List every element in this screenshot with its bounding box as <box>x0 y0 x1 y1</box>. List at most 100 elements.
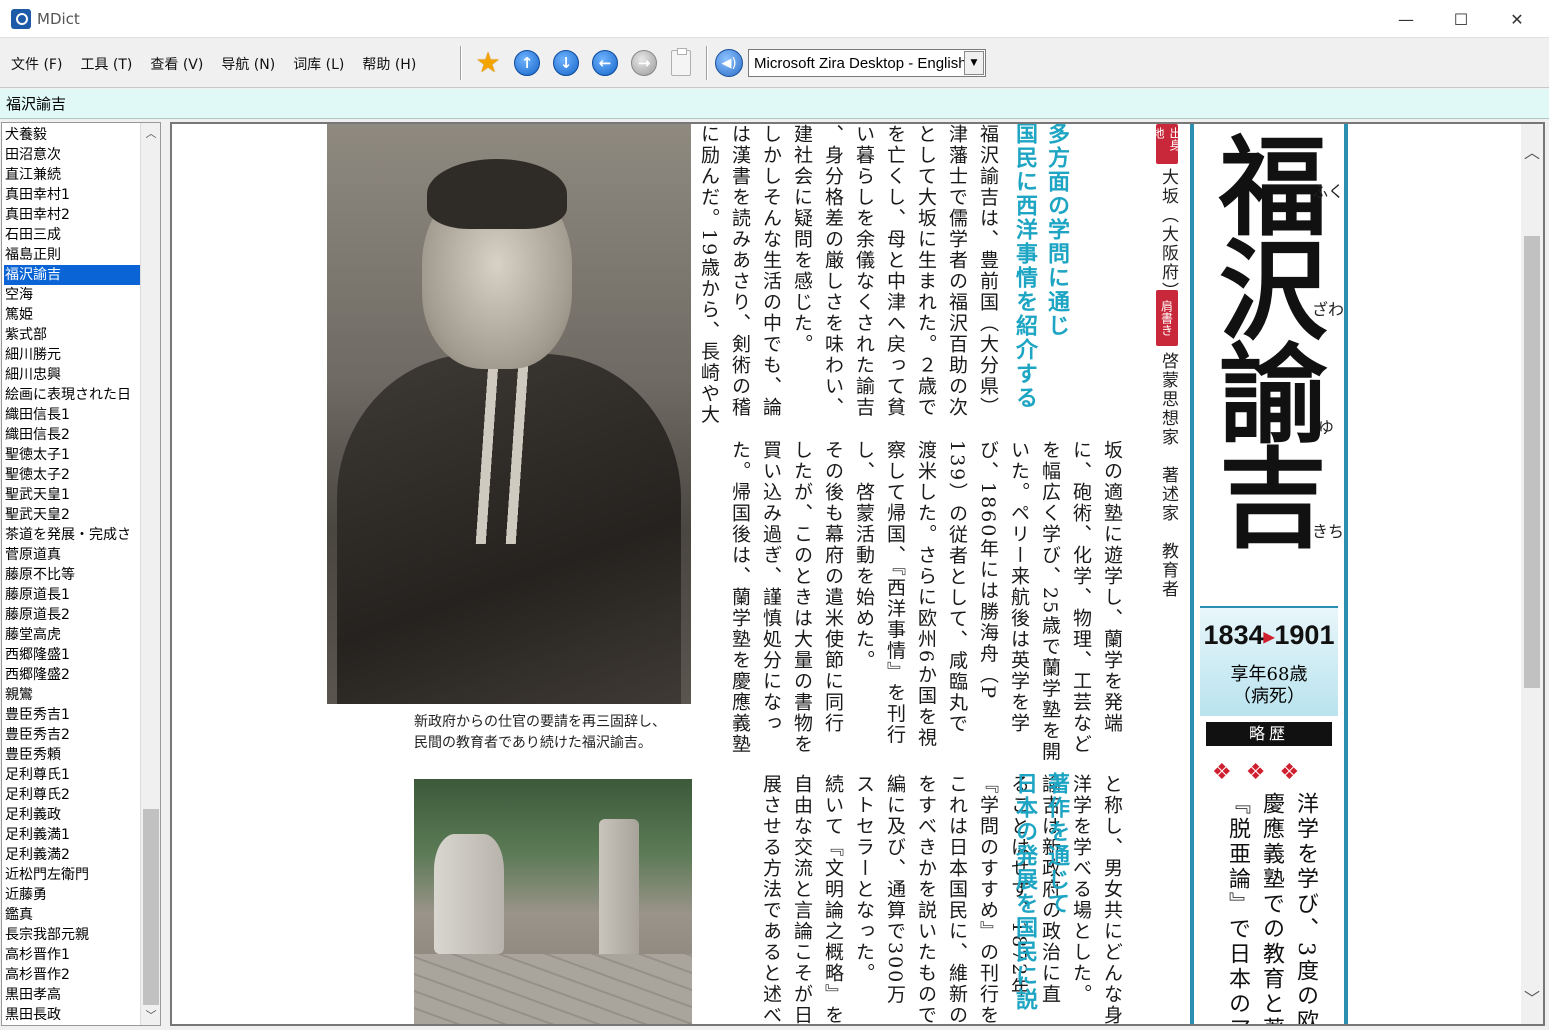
menu-view[interactable]: 查看 (V) <box>141 52 212 76</box>
monument-photo <box>414 779 692 1024</box>
word-list-item[interactable]: 織田信長1 <box>4 405 140 425</box>
word-list-item[interactable]: 聖徳太子1 <box>4 445 140 465</box>
text-column: 139）の従者として、咸臨丸で <box>946 440 968 735</box>
word-list-item[interactable]: 豊臣秀吉1 <box>4 705 140 725</box>
search-bar <box>0 89 1549 119</box>
favorite-button[interactable]: ★ <box>473 48 503 78</box>
speaker-icon: ◀) <box>715 49 743 77</box>
word-list-item[interactable]: 西郷隆盛2 <box>4 665 140 685</box>
text-column: は漢書を読みあさり、剣術の稽 <box>729 124 751 418</box>
next-entry-button[interactable]: ↓ <box>551 48 581 78</box>
text-column: び、1860年には勝海舟（P <box>977 440 999 701</box>
word-list-item[interactable]: 福沢諭吉 <box>4 265 140 285</box>
previous-entry-button[interactable]: ↑ <box>512 48 542 78</box>
word-list-item[interactable]: 絵画に表現された日 <box>4 385 140 405</box>
word-list-item[interactable]: 聖武天皇2 <box>4 505 140 525</box>
content-scrollbar-thumb[interactable] <box>1524 236 1540 688</box>
word-list-item[interactable]: 真田幸村2 <box>4 205 140 225</box>
word-list-item[interactable]: 聖武天皇1 <box>4 485 140 505</box>
text-column: しかしそんな生活の中でも、論 <box>760 124 782 418</box>
birthplace-value: 大坂（大阪府） <box>1158 168 1178 301</box>
word-list-item[interactable]: 藤原道長1 <box>4 585 140 605</box>
forward-button[interactable]: → <box>629 48 659 78</box>
search-input[interactable] <box>6 94 506 112</box>
section-heading-1: 多方面の学問に通じ <box>1044 124 1069 338</box>
word-list-item[interactable]: 直江兼続 <box>4 165 140 185</box>
text-column: と称し、男女共にどんな身 <box>1101 774 1123 1024</box>
word-list-item[interactable]: 藤原道長2 <box>4 605 140 625</box>
history-item-1: 洋学を学び、3度の欧 <box>1293 792 1318 1024</box>
word-list-item[interactable]: 紫式部 <box>4 325 140 345</box>
age-at-death: 享年68歳 （病死） <box>1230 664 1308 707</box>
title-value: 啓蒙思想家 著述家 教育者 <box>1158 352 1178 599</box>
word-list-item[interactable]: 茶道を発展・完成さ <box>4 525 140 545</box>
word-list-item[interactable]: 足利義政 <box>4 805 140 825</box>
text-column: したが、このときは大量の書物を <box>791 440 813 755</box>
toolbar-separator <box>706 46 708 80</box>
word-list-item[interactable]: 篤姫 <box>4 305 140 325</box>
text-column: ストセラーとなった。 <box>853 774 875 984</box>
text-column: た。帰国後は、蘭学塾を慶應義塾 <box>729 440 751 755</box>
menu-toolbar: 文件 (F) 工具 (T) 查看 (V) 导航 (N) 词库 (L) 帮助 (H… <box>0 38 1549 88</box>
word-list-item[interactable]: 藤原不比等 <box>4 565 140 585</box>
word-list-item[interactable]: 真田幸村1 <box>4 185 140 205</box>
chevron-down-icon[interactable]: ▼ <box>964 51 984 75</box>
maximize-button[interactable]: ☐ <box>1438 4 1484 34</box>
word-list-item[interactable]: 黒田長政 <box>4 1005 140 1025</box>
word-list-item[interactable]: 田沼意次 <box>4 145 140 165</box>
word-list-item[interactable]: 黒田孝高 <box>4 985 140 1005</box>
word-list-item[interactable]: 近松門左衛門 <box>4 865 140 885</box>
section-heading-2b: 日本の発展を国民に説 <box>1012 772 1037 1012</box>
word-list-item[interactable]: 足利義満1 <box>4 825 140 845</box>
text-column: これは日本国民に、維新の <box>946 774 968 1024</box>
word-list-item[interactable]: 高杉晋作2 <box>4 965 140 985</box>
paste-button[interactable] <box>666 48 696 78</box>
text-column: 建社会に疑問を感じた。 <box>791 124 813 355</box>
scroll-up-arrow-icon[interactable]: ︿ <box>141 124 160 142</box>
close-button[interactable]: ✕ <box>1494 4 1540 34</box>
content-scrollbar[interactable]: ︿ ﹀ <box>1521 124 1543 1024</box>
word-list-item[interactable]: 高杉晋作1 <box>4 945 140 965</box>
word-list-item[interactable]: 足利尊氏2 <box>4 785 140 805</box>
arrow-right-icon: → <box>631 50 657 76</box>
word-list-item[interactable]: 豊臣秀吉2 <box>4 725 140 745</box>
scroll-up-arrow-icon[interactable]: ︿ <box>1522 142 1542 162</box>
word-list-item[interactable]: 近藤勇 <box>4 885 140 905</box>
text-column: その後も幕府の遣米使節に同行 <box>822 440 844 734</box>
word-list-item[interactable]: 織田信長2 <box>4 425 140 445</box>
lifespan-years: 1834▶1901 <box>1203 620 1335 650</box>
word-list-item[interactable]: 藤堂高虎 <box>4 625 140 645</box>
minimize-button[interactable]: — <box>1383 4 1429 34</box>
scroll-down-arrow-icon[interactable]: ﹀ <box>1522 988 1542 1008</box>
text-column: 『学問のすすめ』の刊行を始 <box>977 774 999 1024</box>
scrollbar-thumb[interactable] <box>143 809 159 1005</box>
word-list-item[interactable]: 親鸞 <box>4 685 140 705</box>
voice-select[interactable]: Microsoft Zira Desktop - English ▼ <box>748 49 986 77</box>
menu-help[interactable]: 帮助 (H) <box>353 52 425 76</box>
word-list-item[interactable]: 足利尊氏1 <box>4 765 140 785</box>
portrait-photo <box>327 124 691 704</box>
word-list-item[interactable]: 足利義満2 <box>4 845 140 865</box>
word-list-item[interactable]: 西郷隆盛1 <box>4 645 140 665</box>
word-list-item[interactable]: 犬養毅 <box>4 125 140 145</box>
word-list-item[interactable]: 石田三成 <box>4 225 140 245</box>
menu-tools[interactable]: 工具 (T) <box>71 52 141 76</box>
word-list-item[interactable]: 空海 <box>4 285 140 305</box>
back-button[interactable]: ← <box>590 48 620 78</box>
word-list-item[interactable]: 鑑真 <box>4 905 140 925</box>
menu-library[interactable]: 词库 (L) <box>284 52 353 76</box>
word-list-item[interactable]: 聖徳太子2 <box>4 465 140 485</box>
scroll-down-arrow-icon[interactable]: ﹀ <box>141 1006 160 1024</box>
word-list-item[interactable]: 細川忠興 <box>4 365 140 385</box>
word-list-item[interactable]: 豊臣秀頼 <box>4 745 140 765</box>
word-list-item[interactable]: 菅原道真 <box>4 545 140 565</box>
word-list-item[interactable]: 福島正則 <box>4 245 140 265</box>
text-column: 津藩士で儒学者の福沢百助の次 <box>946 124 968 418</box>
word-list-item[interactable]: 長宗我部元親 <box>4 925 140 945</box>
word-list-item[interactable]: 細川勝元 <box>4 345 140 365</box>
menu-navigate[interactable]: 导航 (N) <box>212 52 284 76</box>
word-list-scrollbar[interactable]: ︿ ﹀ <box>140 123 160 1025</box>
speak-button[interactable]: ◀) <box>714 48 744 78</box>
text-column: をすべきかを説いたもので <box>915 774 937 1024</box>
menu-file[interactable]: 文件 (F) <box>2 52 71 76</box>
